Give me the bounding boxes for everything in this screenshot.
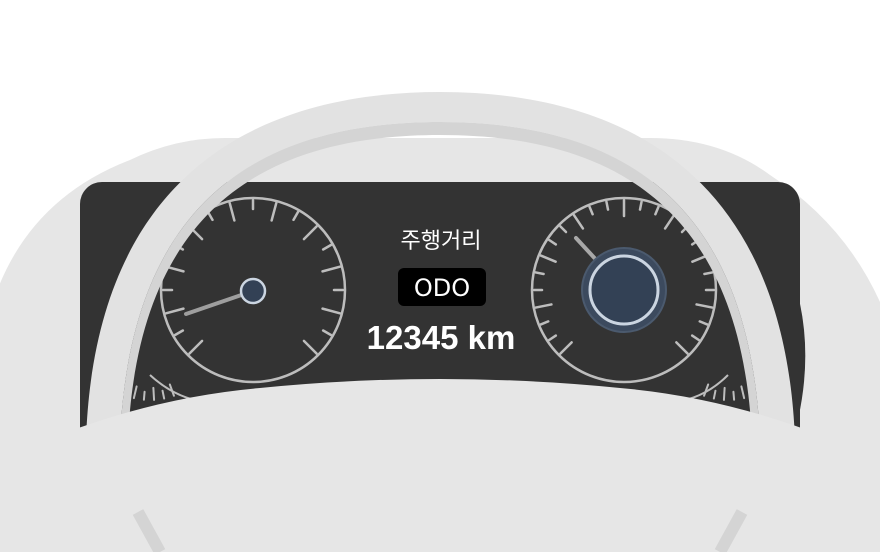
gauge-tick: [152, 386, 156, 401]
gauge-tick: [534, 271, 545, 276]
gauge-tick: [703, 271, 714, 276]
speedometer-hub: [239, 277, 267, 305]
gauge-tick: [722, 386, 726, 401]
gauge-tick: [732, 390, 736, 401]
gauge-tick: [605, 200, 610, 211]
odometer-caption: 주행거리: [401, 229, 482, 254]
gauge-tick: [638, 200, 643, 211]
car-dashboard-scene: 주행거리 ODO 12345 km: [0, 92, 880, 552]
tachometer-hub: [588, 254, 660, 326]
gauge-tick: [142, 390, 146, 401]
odometer-distance: 12345 km: [367, 319, 516, 356]
odo-badge-label: ODO: [414, 274, 470, 302]
